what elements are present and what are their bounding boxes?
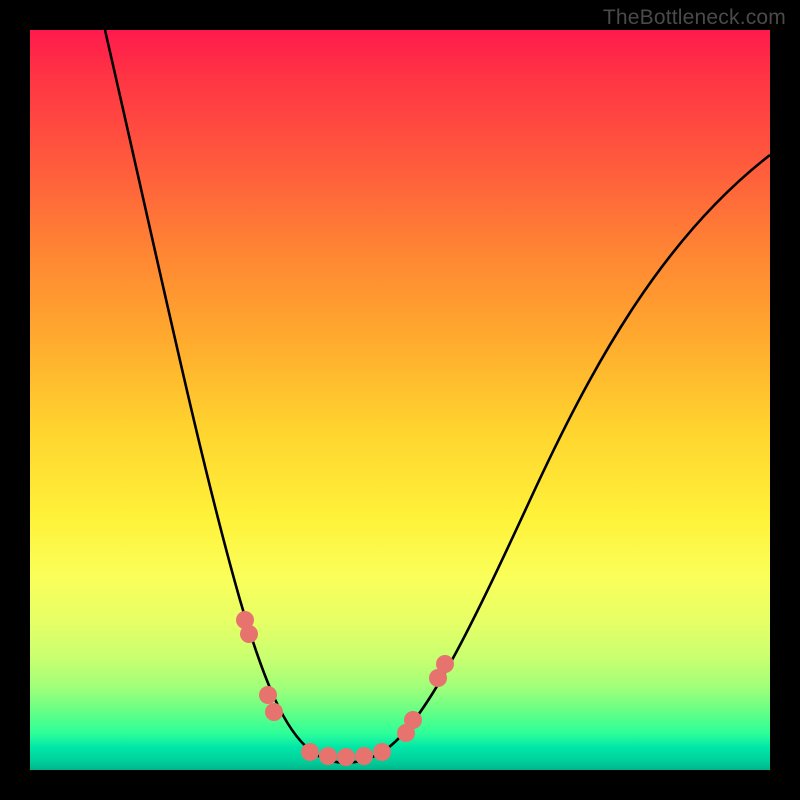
data-marker	[301, 743, 319, 761]
curve-svg	[30, 30, 770, 770]
data-marker	[240, 625, 258, 643]
data-marker	[355, 747, 373, 765]
chart-frame: TheBottleneck.com	[0, 0, 800, 800]
watermark-text: TheBottleneck.com	[603, 6, 786, 30]
data-marker	[436, 655, 454, 673]
data-marker	[259, 686, 277, 704]
data-marker	[373, 743, 391, 761]
data-marker	[337, 748, 355, 766]
data-marker	[404, 711, 422, 729]
data-marker	[319, 747, 337, 765]
bottleneck-curve	[105, 30, 770, 763]
data-marker	[265, 703, 283, 721]
data-markers	[236, 611, 454, 766]
plot-area	[30, 30, 770, 770]
